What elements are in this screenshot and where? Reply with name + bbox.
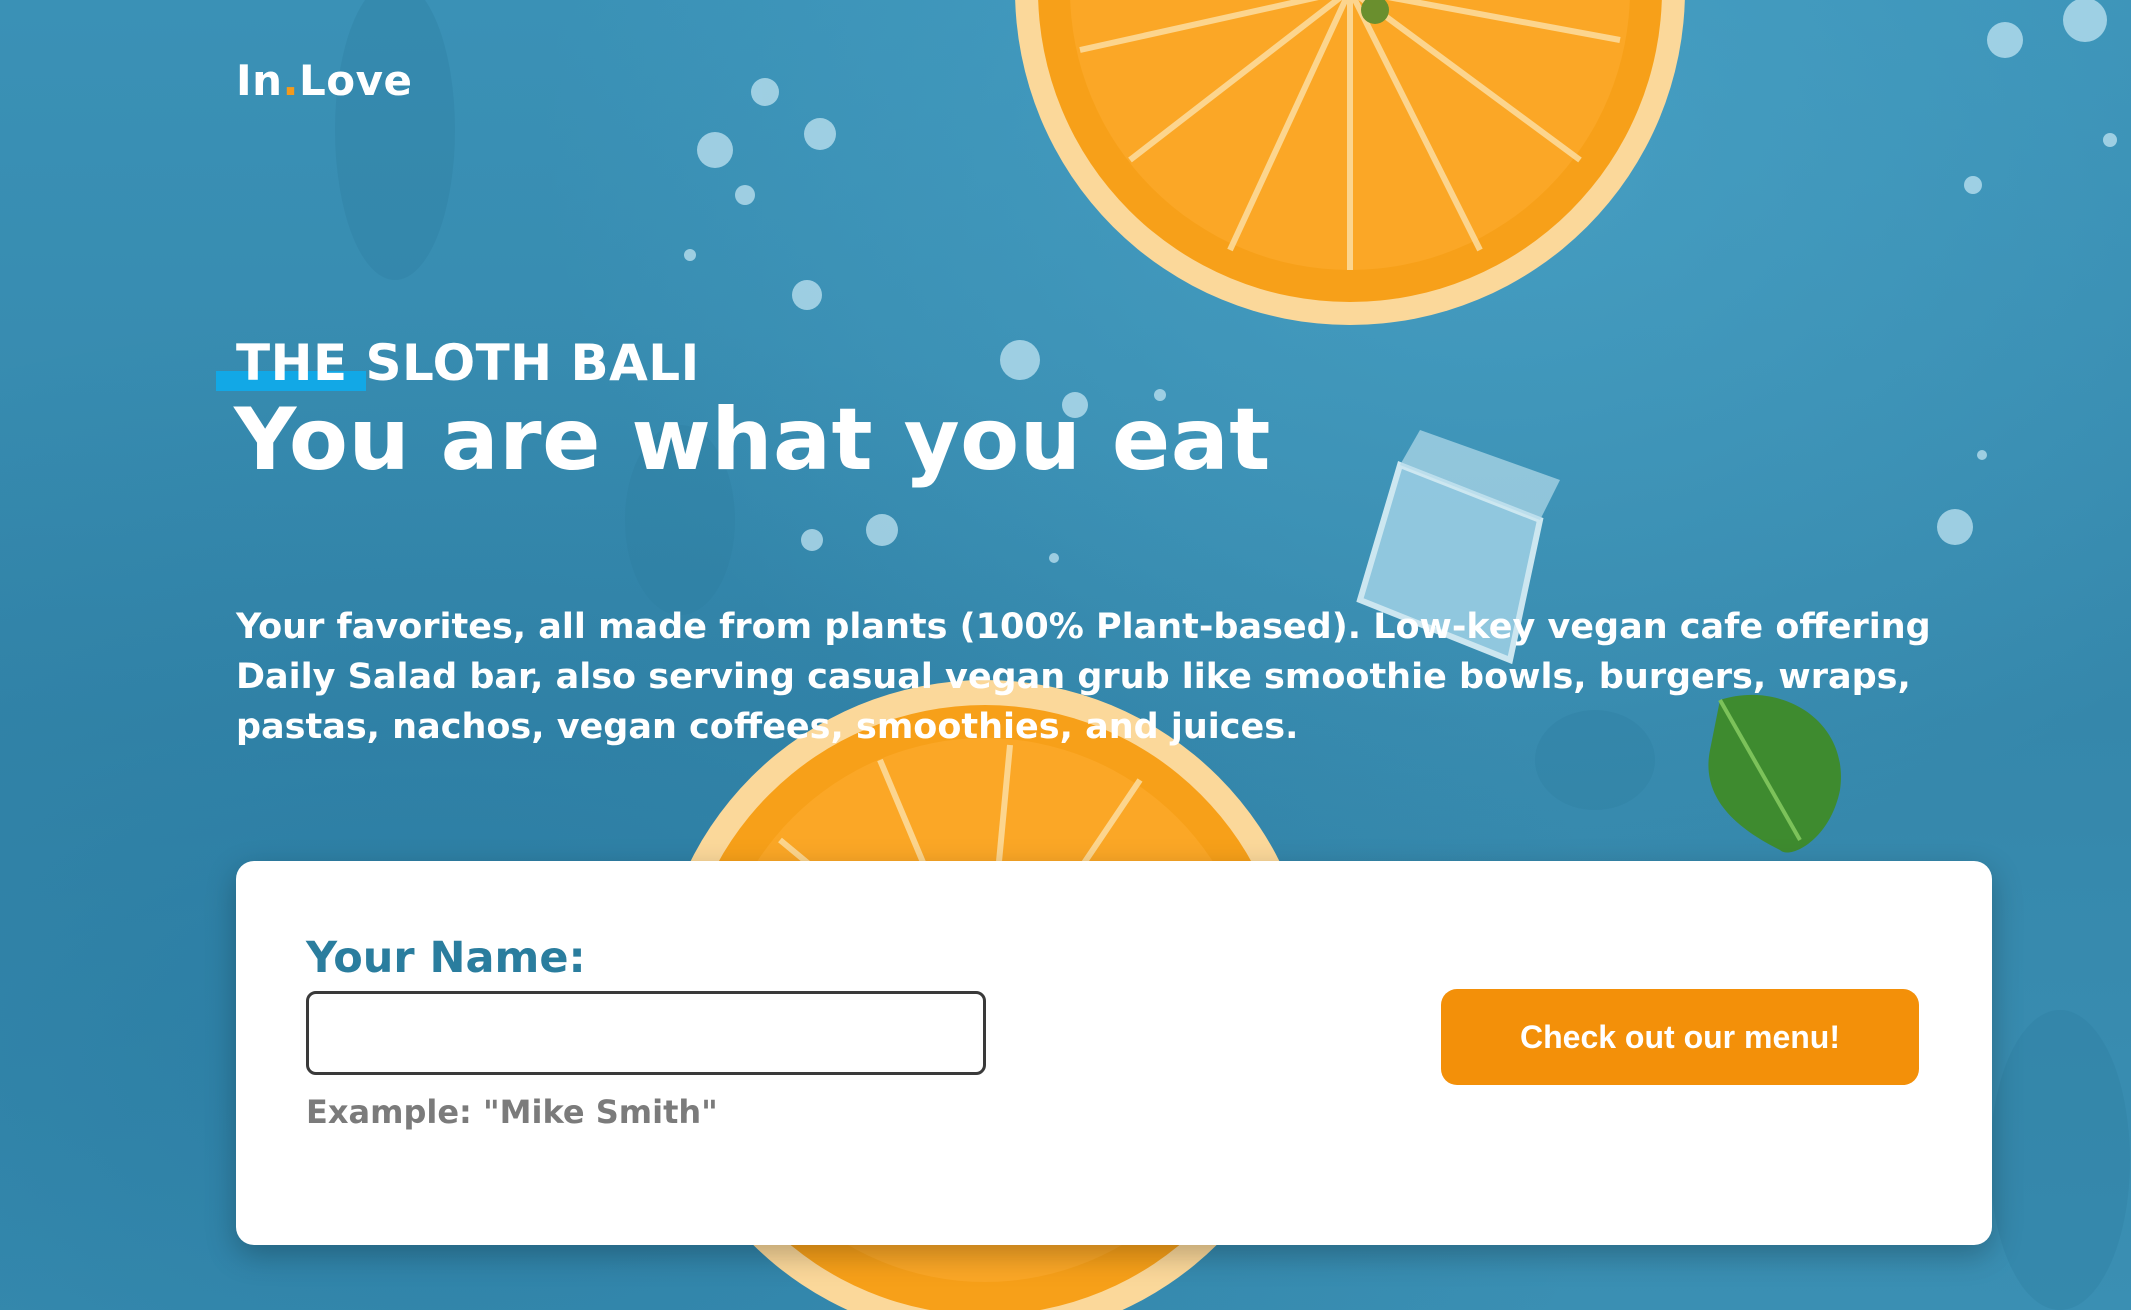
name-field-label: Your Name: — [306, 933, 586, 983]
brand-name-part1: In — [236, 56, 283, 105]
eyebrow-title: THE SLOTH BALI — [236, 334, 700, 392]
brand-logo[interactable]: In.Love — [236, 56, 412, 105]
name-input[interactable] — [306, 991, 986, 1075]
hero-description: Your favorites, all made from plants (10… — [236, 607, 1931, 747]
check-menu-button[interactable]: Check out our menu! — [1441, 989, 1919, 1085]
brand-dot: . — [282, 56, 299, 105]
brand-name-part2: Love — [299, 56, 413, 105]
page-headline: You are what you eat — [234, 390, 1271, 490]
orange-slice-top — [1015, 0, 1685, 325]
name-form-card: Your Name: Example: "Mike Smith" Check o… — [236, 861, 1992, 1245]
name-field-hint: Example: "Mike Smith" — [306, 1093, 718, 1131]
